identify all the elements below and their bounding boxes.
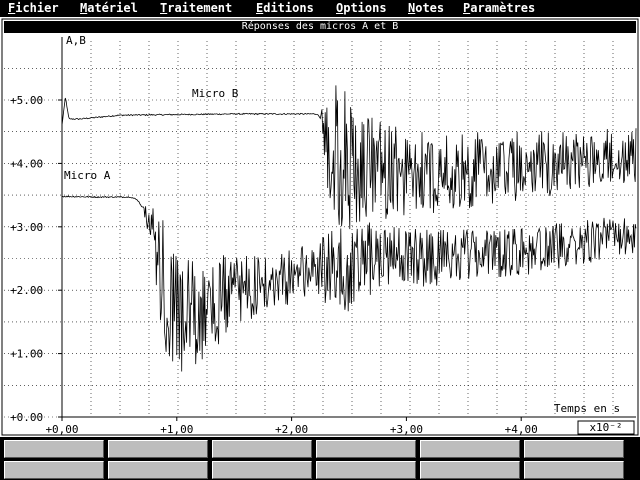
y-tick-label: +3.00 [10,221,43,234]
x-tick-label: +2,00 [275,423,308,436]
series-micro-b [61,85,637,230]
function-key-3[interactable] [212,440,312,458]
x-tick-label: +4,00 [505,423,538,436]
function-key-11[interactable] [420,461,520,479]
menu-label: atériel [87,1,138,15]
y-tick-label: +4.00 [10,157,43,170]
function-key-6[interactable] [524,440,624,458]
menu-editions[interactable]: Editions [256,0,314,16]
chart-plot: A,B +0.00 +1.00 +2.00 +3.00 +4.00 +5.00 +0,00 +1… [1,18,639,436]
menu-label: ichier [15,1,59,15]
function-key-12[interactable] [524,461,624,479]
y-tick-label: +1.00 [10,348,43,361]
menu-label: otes [415,1,445,15]
y-tick-label: +5.00 [10,94,43,107]
menu-options[interactable]: Options [336,0,387,16]
x-tick-label: +1,00 [160,423,193,436]
y-axis-label: A,B [66,34,86,47]
menu-label: aramètres [470,1,536,15]
menu-fichier[interactable]: Fichier [8,0,59,16]
menu-label: raitement [167,1,233,15]
x-multiplier-label: x10⁻² [589,421,622,434]
menu-label: ditions [263,1,314,15]
menu-traitement[interactable]: Traitement [160,0,232,16]
function-key-9[interactable] [212,461,312,479]
function-key-4[interactable] [316,440,416,458]
menu-bar: Fichier Matériel Traitement Editions Options… [0,0,640,17]
chart-title: Réponses des micros A et B [4,21,636,33]
x-axis-label: Temps en s [554,402,620,415]
menu-label: ptions [343,1,387,15]
function-key-1[interactable] [4,440,104,458]
y-tick-label: +2.00 [10,284,43,297]
label-micro-b: Micro B [192,87,239,100]
label-micro-a: Micro A [64,169,111,182]
function-key-8[interactable] [108,461,208,479]
function-key-5[interactable] [420,440,520,458]
y-tick-label: +0.00 [10,411,43,424]
function-key-7[interactable] [4,461,104,479]
menu-notes[interactable]: Notes [408,0,444,16]
function-key-bar [0,437,640,480]
series-micro-a [62,195,637,372]
x-tick-label: +3,00 [390,423,423,436]
menu-parametres[interactable]: Paramètres [463,0,535,16]
chart-window: A,B +0.00 +1.00 +2.00 +3.00 +4.00 +5.00 +0,00 +1… [0,17,640,437]
function-key-10[interactable] [316,461,416,479]
function-key-2[interactable] [108,440,208,458]
x-tick-label: +0,00 [45,423,78,436]
menu-materiel[interactable]: Matériel [80,0,138,16]
